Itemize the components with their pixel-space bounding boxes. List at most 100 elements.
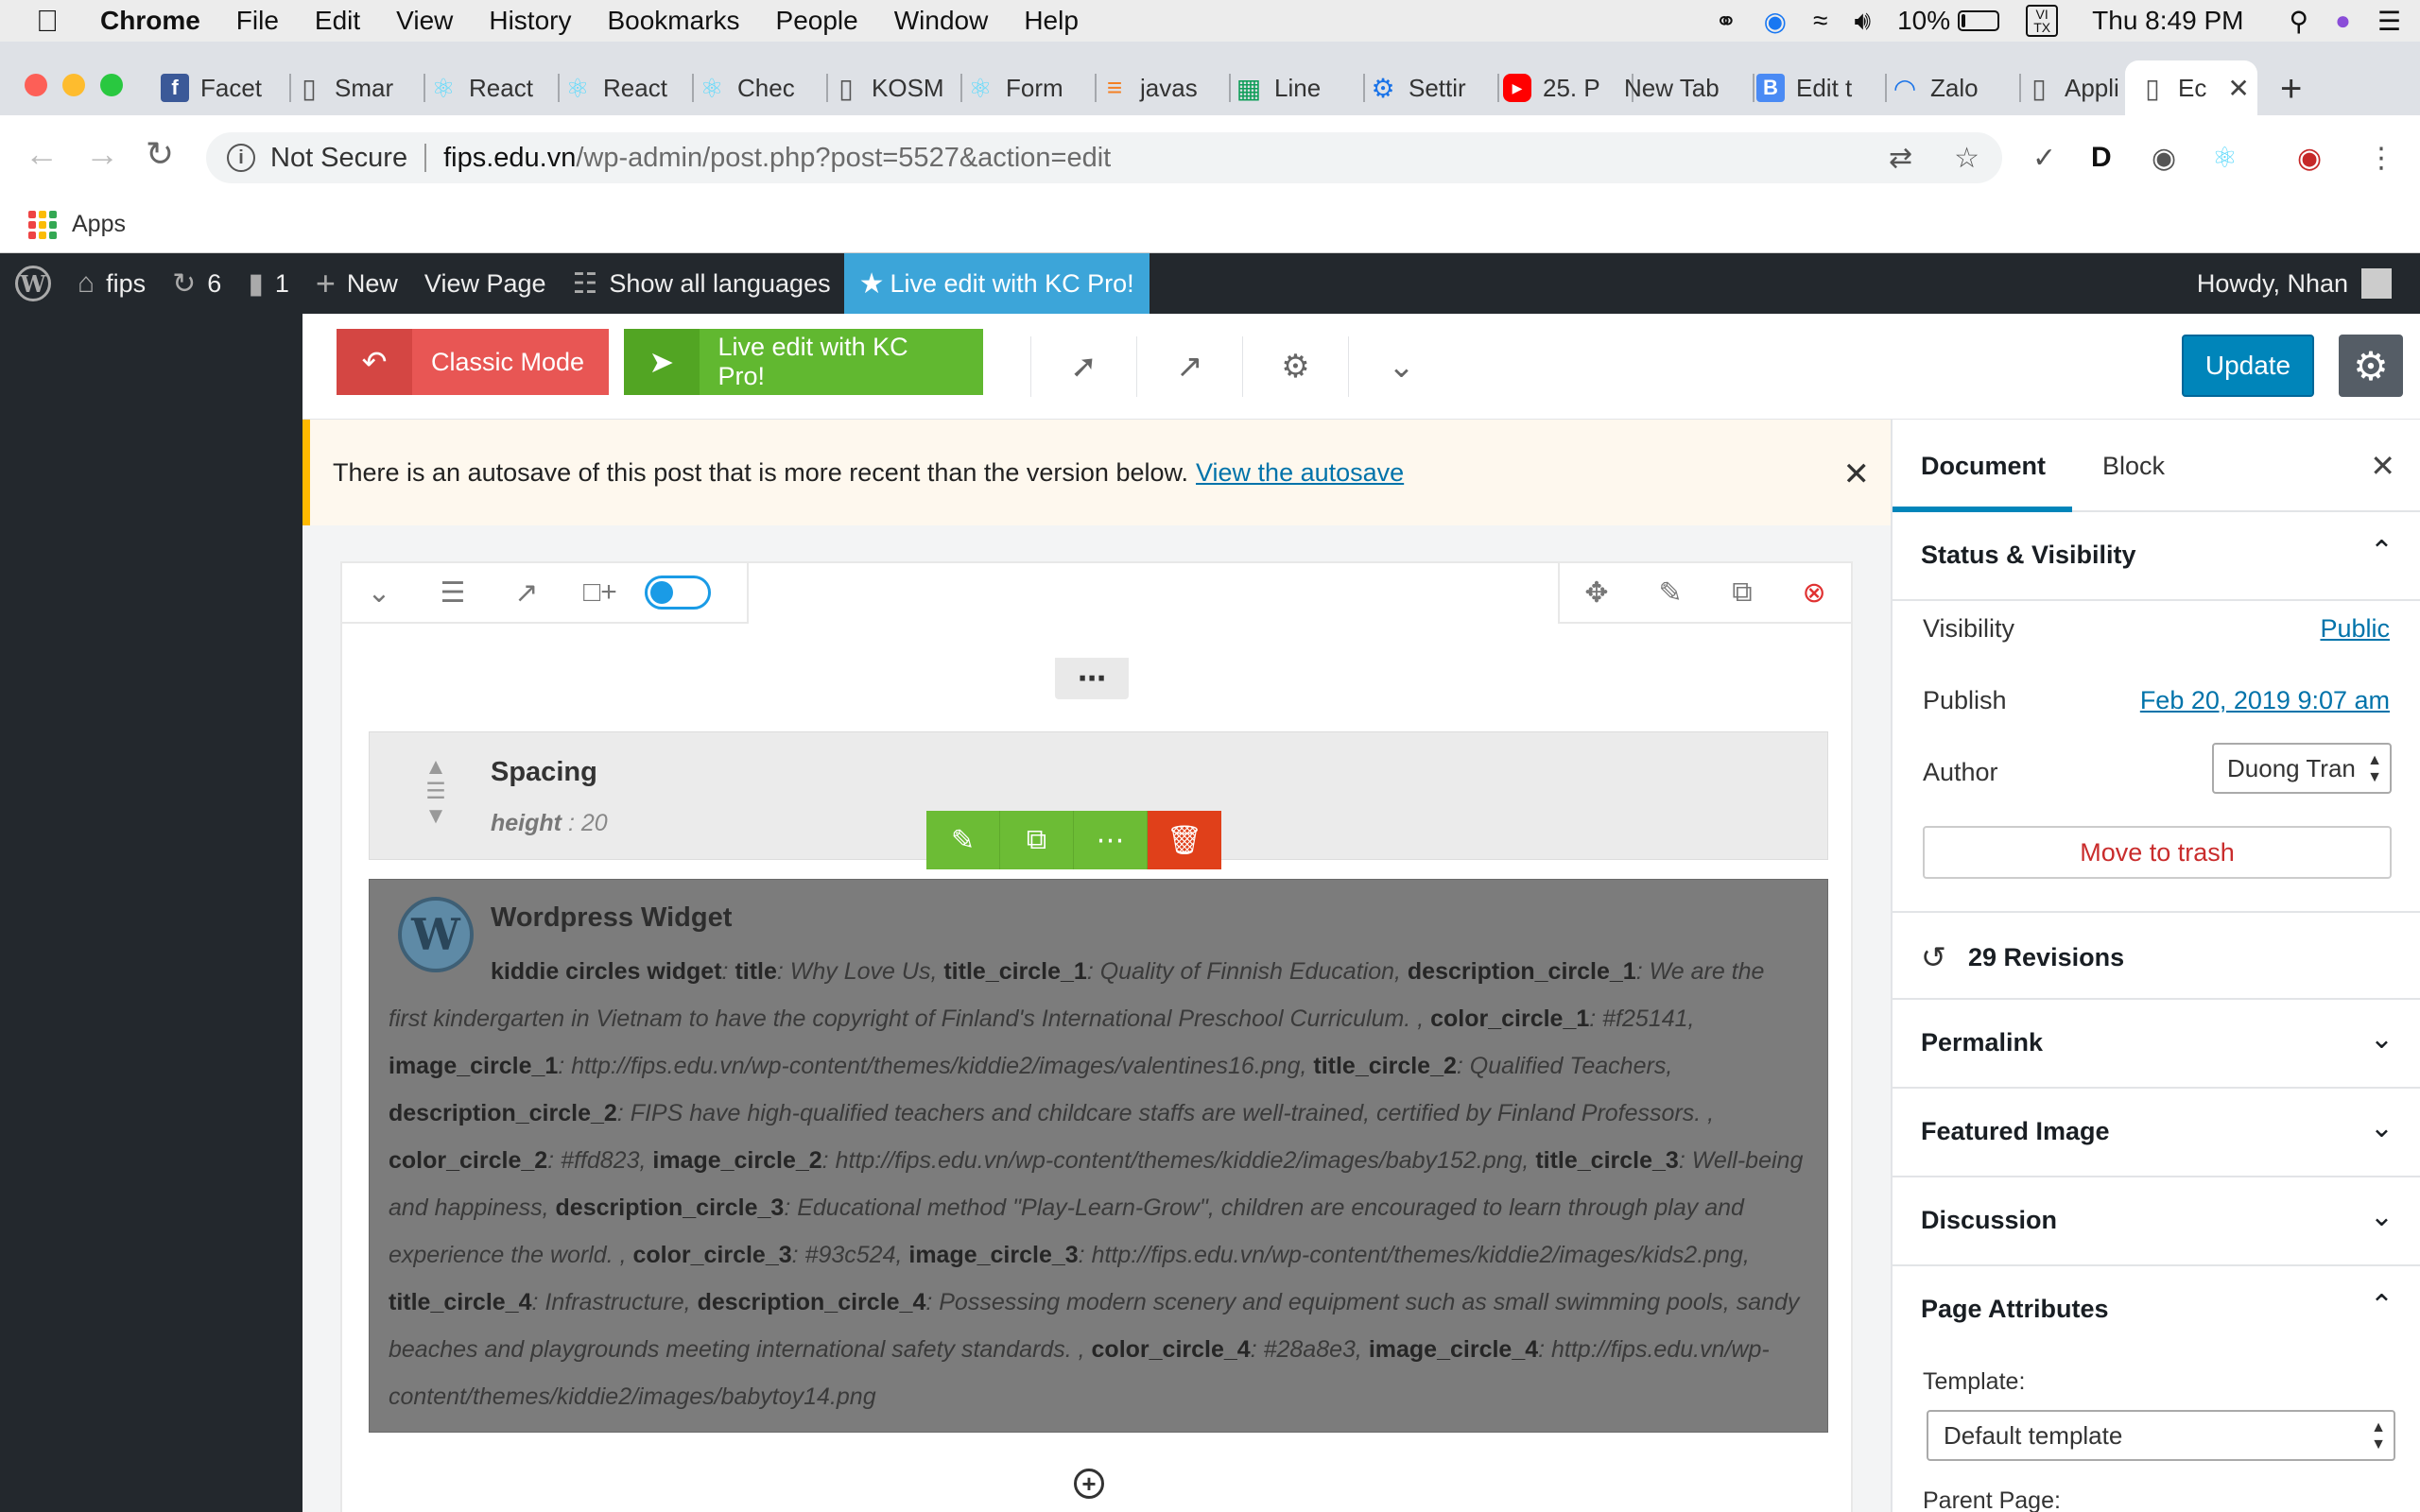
apple-menu-icon[interactable]: 	[36, 4, 74, 39]
tab-8[interactable]: ▦ Line	[1235, 60, 1365, 115]
tab-4[interactable]: ⚛ Chec	[698, 60, 828, 115]
tab-11[interactable]: New Tab	[1624, 60, 1754, 115]
spotlight-icon[interactable]: ⚲	[2289, 6, 2308, 37]
add-element-icon[interactable]: +	[1074, 1469, 1104, 1499]
tab-1[interactable]: ▯ Smar	[295, 60, 425, 115]
rocket-icon[interactable]: ➚	[1030, 336, 1136, 397]
tab-12[interactable]: B Edit t	[1756, 60, 1887, 115]
edit-icon[interactable]: ✎	[1658, 576, 1682, 610]
permalink-panel-toggle[interactable]: Permalink ⌄	[1893, 1000, 2420, 1089]
settings-gear-button[interactable]: ⚙	[2339, 335, 2403, 397]
input-source-icon[interactable]: VI TX	[2026, 5, 2059, 37]
tab-9[interactable]: ⚙ Settir	[1369, 60, 1499, 115]
react-devtools-icon[interactable]: ⚛	[2212, 142, 2238, 175]
update-button[interactable]: Update	[2182, 335, 2314, 397]
languages-link[interactable]: ☷ Show all languages	[560, 253, 844, 314]
checkmark-extension-icon[interactable]: ✓	[2032, 142, 2056, 175]
tab-13[interactable]: ◠ Zalo	[1891, 60, 2021, 115]
tab-7[interactable]: ≡ javas	[1100, 60, 1231, 115]
copy-icon[interactable]: ⧉	[1732, 576, 1752, 609]
view-autosave-link[interactable]: View the autosave	[1196, 458, 1404, 487]
wordpress-widget-element[interactable]: W Wordpress Widget kiddie circles widget…	[369, 879, 1828, 1433]
reload-icon[interactable]: ↻	[146, 134, 174, 174]
row-toggle[interactable]	[645, 576, 711, 610]
zoom-window-button[interactable]	[100, 74, 123, 96]
security-label[interactable]: Not Secure	[270, 143, 407, 174]
tab-10[interactable]: ▶ 25. P	[1503, 60, 1634, 115]
wordpress-logo-icon[interactable]: W	[0, 253, 64, 314]
bookmark-star-icon[interactable]: ☆	[1954, 142, 1979, 175]
chrome-menu-icon[interactable]: ⋮	[2367, 142, 2395, 175]
wifi-icon[interactable]: ≈	[1813, 6, 1827, 36]
creative-cloud-icon[interactable]: ⚭	[1715, 6, 1737, 37]
notification-center-icon[interactable]: ☰	[2377, 6, 2401, 37]
menu-history[interactable]: History	[489, 6, 571, 36]
apps-bookmark[interactable]: Apps	[72, 211, 126, 238]
tab-15[interactable]: ▯ Ec ✕	[2125, 60, 2257, 115]
tab-block[interactable]: Block	[2102, 452, 2165, 481]
tab-document[interactable]: Document	[1921, 452, 2046, 481]
back-arrow-icon[interactable]: ←	[25, 134, 59, 174]
featured-image-panel-toggle[interactable]: Featured Image ⌄	[1893, 1089, 2420, 1177]
profile-avatar-icon[interactable]: ◉	[2297, 142, 2322, 175]
menu-view[interactable]: View	[396, 6, 453, 36]
add-page-icon[interactable]: □+	[563, 576, 637, 609]
more-options-icon[interactable]: ⋯	[1074, 811, 1148, 869]
menu-people[interactable]: People	[776, 6, 858, 36]
menu-bookmarks[interactable]: Bookmarks	[607, 6, 739, 36]
edit-icon[interactable]: ✎	[926, 811, 1000, 869]
address-bar[interactable]: i Not Secure fips.edu.vn/wp-admin/post.p…	[206, 132, 2002, 183]
tab-5[interactable]: ▯ KOSM	[832, 60, 962, 115]
move-icon[interactable]: ✥	[1584, 576, 1608, 610]
chevron-down-icon[interactable]: ⌄	[1348, 336, 1454, 397]
menu-window[interactable]: Window	[894, 6, 989, 36]
classic-mode-button[interactable]: ↶ Classic Mode	[337, 329, 609, 395]
close-icon[interactable]: ✕	[1843, 455, 1871, 493]
menu-chrome[interactable]: Chrome	[100, 6, 200, 36]
copy-icon[interactable]: ⧉	[1000, 811, 1074, 869]
tab-2[interactable]: ⚛ React	[429, 60, 560, 115]
menu-edit[interactable]: Edit	[315, 6, 360, 36]
discussion-panel-toggle[interactable]: Discussion ⌄	[1893, 1177, 2420, 1266]
account-menu[interactable]: Howdy, Nhan	[2184, 253, 2405, 314]
tab-6[interactable]: ⚛ Form	[966, 60, 1097, 115]
close-icon[interactable]: ✕	[2370, 448, 2395, 484]
volume-icon[interactable]: 🔊︎	[1854, 6, 1871, 37]
new-content-link[interactable]: + New	[302, 253, 411, 314]
close-tab-icon[interactable]: ✕	[2227, 73, 2249, 104]
kc-live-edit-link[interactable]: ★ Live edit with KC Pro!	[843, 253, 1150, 314]
chevron-down-icon[interactable]: ⌄	[342, 576, 416, 610]
updates-link[interactable]: ↻ 6	[159, 253, 234, 314]
delete-circle-icon[interactable]: ⊗	[1802, 576, 1825, 610]
minimize-window-button[interactable]	[62, 74, 85, 96]
clock[interactable]: Thu 8:49 PM	[2092, 6, 2243, 36]
page-attributes-panel-toggle[interactable]: Page Attributes ⌃	[1893, 1266, 2420, 1355]
revisions-link[interactable]: ↺ 29 Revisions	[1893, 911, 2420, 1000]
comments-link[interactable]: ▮ 1	[234, 253, 302, 314]
list-icon[interactable]: ☰	[416, 576, 490, 610]
publish-date-link[interactable]: Feb 20, 2019 9:07 am	[2140, 686, 2390, 715]
camera-extension-icon[interactable]: ◉	[2152, 142, 2176, 175]
site-name-link[interactable]: ⌂ fips	[64, 253, 159, 314]
menu-file[interactable]: File	[236, 6, 279, 36]
more-options-icon[interactable]: ⋯	[1055, 658, 1129, 699]
battery-indicator[interactable]: 10%	[1897, 6, 2000, 36]
menu-help[interactable]: Help	[1024, 6, 1079, 36]
info-icon[interactable]: i	[227, 144, 255, 172]
move-to-trash-button[interactable]: Move to trash	[1923, 826, 2392, 879]
view-page-link[interactable]: View Page	[411, 253, 560, 314]
dashlane-extension-icon[interactable]: D	[2091, 142, 2112, 174]
tab-3[interactable]: ⚛ React	[563, 60, 694, 115]
kc-live-edit-button[interactable]: ➤ Live edit with KC Pro!	[624, 329, 983, 395]
tab-0[interactable]: f Facet	[161, 60, 291, 115]
new-tab-button[interactable]: +	[2280, 68, 2302, 111]
messenger-icon[interactable]: ◉	[1764, 6, 1787, 37]
translate-icon[interactable]: ⇄	[1889, 142, 1912, 175]
close-window-button[interactable]	[25, 74, 47, 96]
apps-grid-icon[interactable]	[28, 210, 57, 239]
visibility-link[interactable]: Public	[2320, 614, 2390, 644]
siri-icon[interactable]: ●	[2335, 6, 2351, 36]
status-visibility-panel-toggle[interactable]: Status & Visibility ⌃	[1893, 512, 2420, 601]
trash-icon[interactable]: 🗑︎	[1148, 811, 1221, 869]
template-select[interactable]: Default template ▲ ▼	[1927, 1410, 2395, 1461]
